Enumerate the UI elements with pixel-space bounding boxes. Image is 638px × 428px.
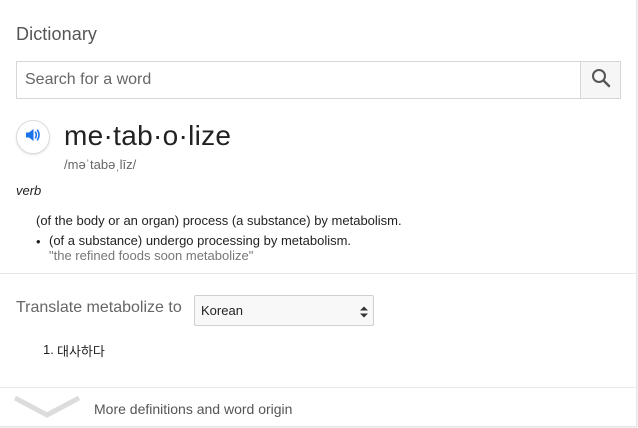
example-sentence: "the refined foods soon metabolize" (49, 248, 254, 263)
translation-number: 1. (43, 342, 54, 357)
search-box (16, 61, 621, 99)
language-select[interactable]: Korean (194, 295, 374, 326)
translate-label: Translate metabolize to (16, 299, 182, 316)
pronunciation-button[interactable] (16, 120, 50, 154)
chevron-down-icon (13, 395, 81, 423)
dictionary-title: Dictionary (16, 24, 98, 44)
more-definitions-link[interactable]: More definitions and word origin (0, 388, 637, 427)
speaker-icon (24, 126, 42, 149)
part-of-speech: verb (16, 183, 42, 198)
search-icon (591, 68, 611, 93)
select-arrows-icon (360, 305, 368, 318)
translation-result: 대사하다 (57, 344, 105, 359)
phonetic-spelling: /məˈtabəˌlīz/ (64, 157, 137, 172)
sub-definition-bullet: • (36, 234, 41, 249)
language-select-value: Korean (201, 303, 243, 318)
headword: me·tab·o·lize (64, 120, 232, 151)
more-definitions-label: More definitions and word origin (94, 401, 293, 417)
search-input[interactable] (17, 62, 581, 98)
search-button[interactable] (580, 62, 620, 98)
dictionary-card: Dictionary me·tab·o·lize /məˈtabəˌlīz/ v… (0, 0, 637, 427)
section-divider (0, 273, 637, 274)
sub-definition-text: (of a substance) undergo processing by m… (49, 233, 352, 248)
definition-text: (of the body or an organ) process (a sub… (36, 213, 402, 228)
